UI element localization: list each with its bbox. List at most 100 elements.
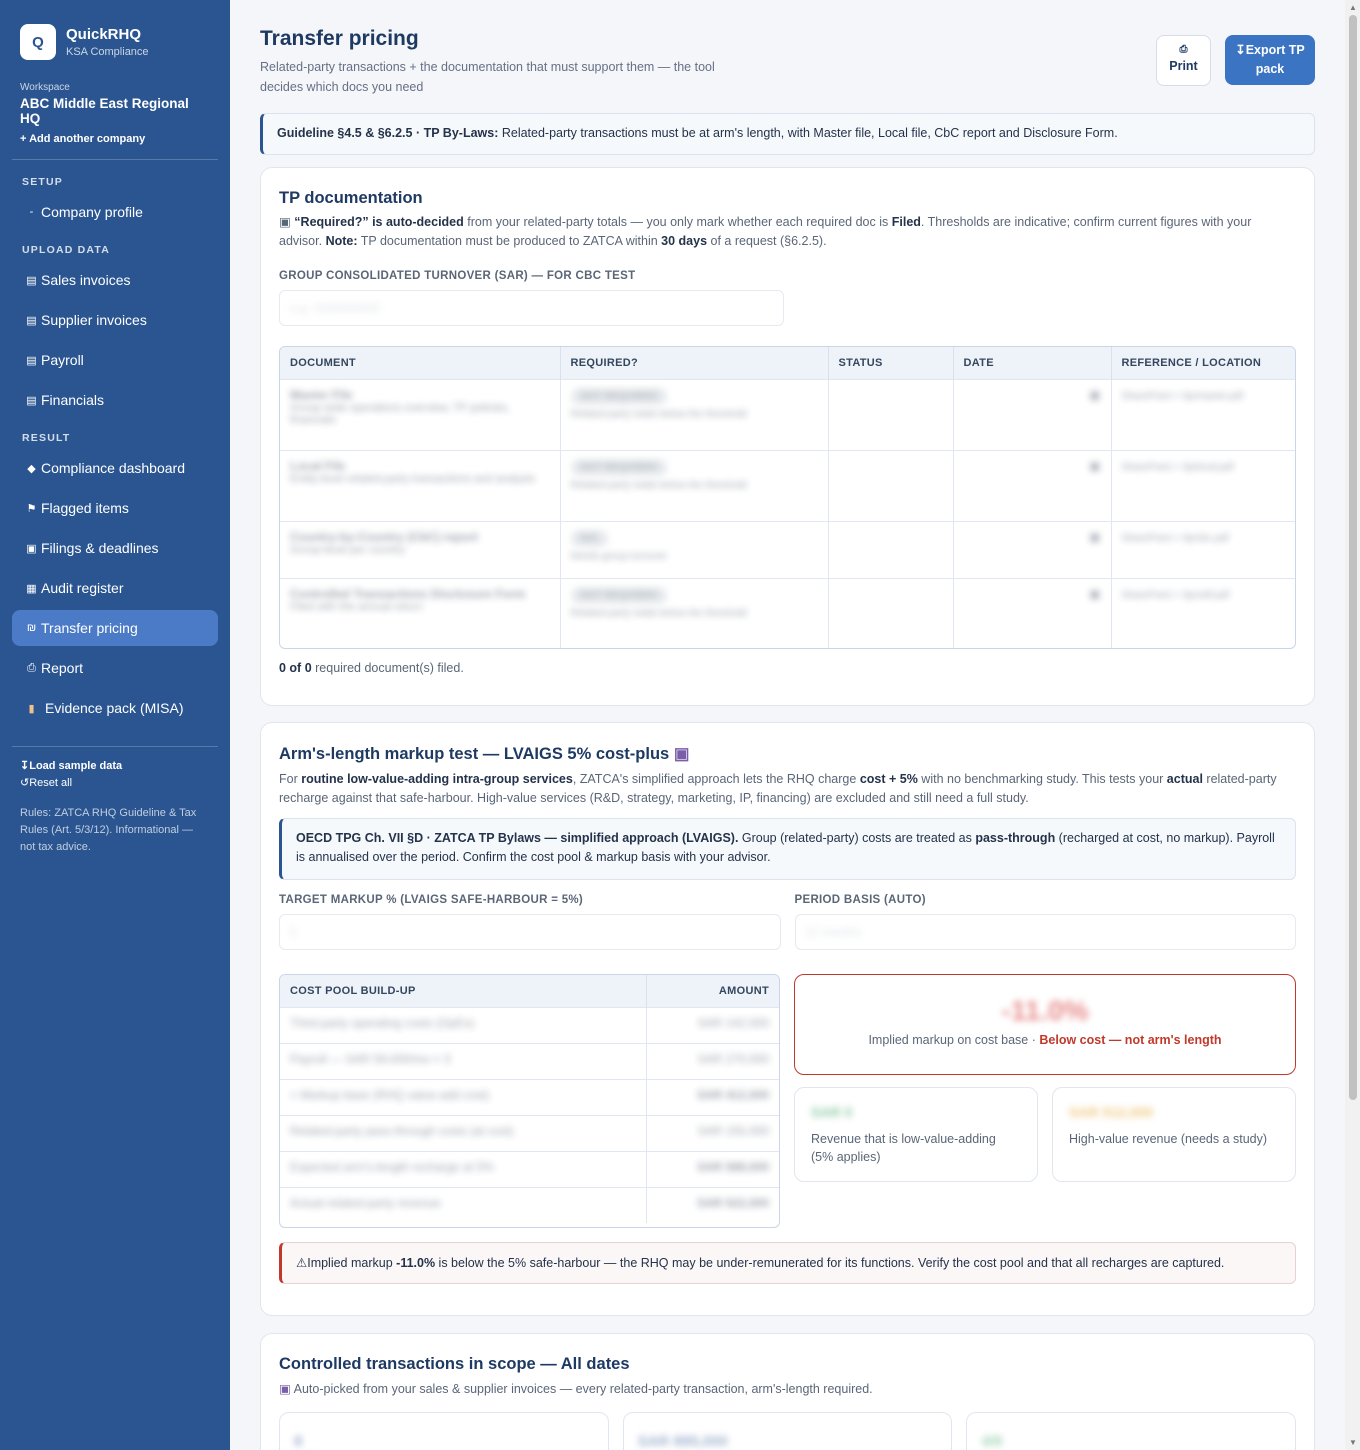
status-cell[interactable] [828,378,954,450]
sidebar-item-transfer-pricing[interactable]: ₪ Transfer pricing [12,610,218,646]
sidebar-item-supplier-invoices[interactable]: ▤ Supplier invoices [12,302,218,338]
sidebar-item-label: Flagged items [41,500,129,516]
calendar-icon: ▣ [1089,458,1101,473]
calendar-icon: ▣ [1089,529,1101,544]
sidebar-item-sales-invoices[interactable]: ▤ Sales invoices [12,262,218,298]
period-basis-input[interactable]: 12 months [794,914,1296,950]
desc-strong: “Required?” is auto-decided [294,215,464,229]
export-tp-pack-button[interactable]: ↧Export TP pack [1225,35,1315,85]
page-scrollbar[interactable]: ▲ ▼ [1345,0,1360,1450]
status-cell[interactable] [828,577,954,648]
target-markup-input[interactable]: 5 [279,914,781,950]
required-sub: Related-party totals below the threshold [570,479,747,491]
brand: Q QuickRHQ KSA Compliance [12,24,218,60]
diamond-icon: ◆ [27,462,36,475]
target-markup-value: 5 [290,925,297,939]
card-description: ▣ Auto-picked from your sales & supplier… [279,1380,1296,1399]
required-cell: NOT REQUIRED Related-party totals below t… [560,577,829,648]
app-logo: Q [20,24,56,60]
sidebar-item-flagged[interactable]: ⚑ Flagged items [12,490,218,526]
scrollbar-thumb[interactable] [1349,15,1357,1100]
desc-text: Auto-picked from your sales & supplier i… [293,1382,873,1396]
card-title: Arm's-length markup test — LVAIGS 5% cos… [279,744,1296,764]
sidebar-item-filings[interactable]: ▣ Filings & deadlines [12,530,218,566]
sidebar-item-label: Payroll [41,352,84,368]
required-badge: NOT REQUIRED [570,586,668,604]
table-row: Local File Entity-level related-party tra… [280,449,1295,521]
workspace-name[interactable]: ABC Middle East Regional HQ [12,96,218,126]
required-cell: NOT REQUIRED Related-party totals below t… [560,378,829,450]
add-company-link[interactable]: + Add another company [12,133,218,145]
reset-all-button[interactable]: ↺Reset all [20,776,210,789]
col-amount: AMOUNT [646,975,779,1007]
reference-cell[interactable]: SharePoint > /tp/master.pdf [1111,378,1295,450]
turnover-input[interactable]: e.g. 3200000000 [279,290,784,326]
doc-cell: Country-by-Country (CbC) report Group-lev… [280,520,561,578]
scroll-down-icon[interactable]: ▼ [1349,1438,1357,1447]
implied-status: Below cost — not arm's length [1039,1033,1222,1047]
reference-cell[interactable]: SharePoint > /tp/local.pdf [1111,449,1295,521]
doc-cell: Local File Entity-level related-party tra… [280,449,561,521]
warning-icon: ⚠ [296,1256,308,1270]
tp-docs-table: DOCUMENT REQUIRED? STATUS DATE REFERENCE… [279,346,1296,649]
date-cell[interactable]: ▣ [953,520,1112,578]
required-sub: Related-party totals below the threshold [570,408,747,420]
sidebar-item-payroll[interactable]: ▤ Payroll [12,342,218,378]
desc-strong: Filed [891,215,921,229]
sidebar-item-financials[interactable]: ▤ Financials [12,382,218,418]
load-sample-button[interactable]: ↧Load sample data [20,759,210,772]
reference-cell[interactable]: SharePoint > /tp/ctdf.pdf [1111,577,1295,648]
sidebar-item-audit[interactable]: ▦ Audit register [12,570,218,606]
cost-label: Actual related-party revenue [280,1186,647,1223]
oecd-note: OECD TPG Ch. VII §D · ZATCA TP Bylaws — … [279,818,1296,880]
workspace-label: Workspace [20,82,70,93]
clipboard-icon: ▮ [28,702,35,715]
low-value-label: Revenue that is low-value-adding (5% app… [811,1132,996,1164]
doc-name: Local File [290,458,346,473]
desc-text: from your related-party totals — you onl… [463,215,892,229]
warning-text: is below the 5% safe-harbour — the RHQ m… [435,1256,1225,1270]
cost-amount: SAR 270,000 [646,1042,779,1079]
turnover-label: GROUP CONSOLIDATED TURNOVER (SAR) — FOR … [279,270,636,282]
sidebar-item-label: Sales invoices [41,272,131,288]
rules-disclaimer: Rules: ZATCA RHQ Guideline & Tax Rules (… [20,807,197,853]
low-value-amount: SAR 0 [811,1104,853,1120]
download-icon: ↧ [1235,43,1246,57]
status-cell[interactable] [828,520,954,578]
required-cell: N/A Needs group turnover [560,520,829,578]
doc-sub: Filed with the annual return [290,600,423,613]
sidebar-item-label: Evidence pack (MISA) [45,700,184,716]
scroll-up-icon[interactable]: ▲ [1349,3,1357,12]
sidebar-item-label: Compliance dashboard [41,460,185,476]
sidebar-item-company-profile[interactable]: - Company profile [12,194,218,230]
reference-value: SharePoint > /tp/ctdf.pdf [1121,589,1230,601]
sidebar-item-dashboard[interactable]: ◆ Compliance dashboard [12,450,218,486]
print-button[interactable]: ⎙ Print [1156,35,1211,86]
markup-test-card: Arm's-length markup test — LVAIGS 5% cos… [260,722,1315,1316]
high-value-amount: SAR 512,000 [1069,1104,1154,1120]
sidebar-item-evidence-pack[interactable]: ▮ Evidence pack (MISA) [12,690,218,726]
doc-sub: Group-level per country [290,543,405,556]
status-cell[interactable] [828,449,954,521]
date-cell[interactable]: ▣ [953,577,1112,648]
markup-result-panel: -11.0% Implied markup on cost base · Bel… [794,974,1296,1228]
calendar-icon: ▣ [1089,586,1101,601]
required-badge: NOT REQUIRED [570,387,668,405]
reference-cell[interactable]: SharePoint > /tp/cbc.pdf [1111,520,1295,578]
stat-card-total: SAR 885,000 [622,1412,953,1450]
reference-value: SharePoint > /tp/local.pdf [1121,461,1234,473]
stat-card-ratio: 4/8 [966,1412,1297,1450]
sidebar-item-report[interactable]: ⎙ Report [12,650,218,686]
calendar-icon: ▣ [26,542,37,555]
grid-icon: ▦ [26,582,37,595]
robot-icon: ▣ [673,745,690,763]
desc-text: For [279,772,302,786]
implied-label: Implied markup on cost base · [868,1033,1040,1047]
table-row: = Markup base (RHQ value-add cost) SAR 41… [280,1078,779,1115]
date-cell[interactable]: ▣ [953,449,1112,521]
sidebar-item-label: Audit register [41,580,124,596]
target-markup-label: TARGET MARKUP % (LVAIGS SAFE-HARBOUR = 5… [279,894,584,906]
robot-icon: ▣ [279,215,291,229]
markup-results: COST POOL BUILD-UP AMOUNT Third-party op… [279,974,1296,1228]
date-cell[interactable]: ▣ [953,378,1112,450]
